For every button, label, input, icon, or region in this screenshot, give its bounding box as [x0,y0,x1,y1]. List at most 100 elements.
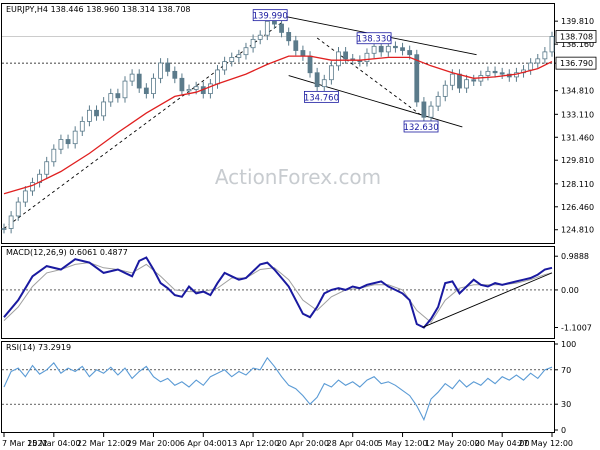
rsi-panel-title: RSI(14) 73.2919 [6,343,71,352]
candle-body [122,80,128,99]
chart-svg: ActionForex.com EURJPY,H4 138.446 138.96… [1,3,597,448]
candle-body [236,54,242,58]
candle-body [101,101,107,117]
candle-body [457,73,462,89]
candle-body [364,52,370,63]
price-y-tick-label: 129.810 [561,156,594,165]
candle-body [44,161,50,175]
candle-body [186,89,192,92]
candle-body [286,32,292,42]
candle-body [151,77,156,95]
candle-body [314,72,320,88]
candle-body [272,20,277,25]
macd-y-tick-label: 0.00 [561,286,579,295]
candle-body [343,51,349,60]
candle-body [300,50,306,57]
price-y-tick-label: 126.460 [561,203,594,212]
candle-body [22,190,28,203]
candle-body [264,20,270,36]
price-y-tick-label: 139.810 [561,17,594,26]
candle-body [136,73,142,89]
candle-body [172,70,178,79]
candle-body [485,70,491,76]
price-y-axis: 139.810138.160136.790134.810133.110131.4… [554,17,597,235]
x-tick-label: 15 Mar 04:00 [27,439,80,448]
symbol-title: EURJPY,H4 [6,5,48,14]
candle-body [15,201,21,217]
x-tick-label: 13 Apr 12:00 [227,439,279,448]
candle-body [449,73,455,86]
candle-body [421,101,427,118]
x-tick-label: 28 Apr 04:00 [327,439,379,448]
price-y-tick-label: 128.110 [561,180,594,189]
candle-body [371,45,377,54]
candle-body [222,61,228,71]
candle-body [464,79,469,89]
x-tick-label: 6 Apr 04:00 [180,439,227,448]
candle-body [293,40,299,51]
candle-body [87,109,92,122]
candle-body [129,73,135,82]
candle-body [499,72,505,75]
candle-body [65,139,71,145]
candle-body [8,215,14,229]
price-axis-box-label: 136.790 [560,59,593,68]
x-tick-label: 22 Mar 12:00 [77,439,130,448]
candle-body [279,23,284,33]
candle-body [94,109,99,117]
candle-body [115,93,121,99]
candle-body [321,79,327,88]
candle-body [72,130,78,145]
candle-body [193,86,199,90]
candle-body [257,34,263,40]
candle-body [328,65,334,81]
rsi-y-tick-label: 70 [561,366,571,375]
candle-body [250,38,256,49]
candle-body [435,95,441,107]
rsi-panel-frame [1,341,555,433]
candle-body [542,51,548,60]
candle-body [414,54,420,103]
price-y-tick-label: 133.110 [561,110,594,119]
price-label-139.990: 139.990 [253,12,288,22]
x-tick-label: 29 Mar 20:00 [127,439,180,448]
x-tick-label: 12 May 20:00 [425,439,480,448]
rsi-y-tick-label: 30 [561,400,571,409]
price-label-132.630: 132.630 [403,123,438,133]
candle-body [229,57,235,63]
macd-panel-frame [1,246,555,339]
price-y-tick-label: 124.810 [561,226,594,235]
watermark-text: ActionForex.com [215,165,381,189]
candle-body [30,182,35,192]
x-tick-label: 27 May 12:00 [518,439,573,448]
candle-body [165,62,171,72]
candle-body [549,36,555,53]
ohlc-values: 138.446 138.960 138.314 138.708 [51,5,191,14]
macd-panel-title: MACD(12,26,9) 0.6061 0.4877 [6,248,128,257]
candle-body [471,79,477,82]
candle-body [79,121,85,132]
candle-body [108,93,114,103]
candle-body [492,70,498,74]
candle-body [528,62,534,71]
candle-body [428,105,434,118]
candle-body [378,45,384,53]
price-axis-box-label: 138.708 [560,32,593,41]
price-label-138.330: 138.330 [356,35,391,45]
candle-body [215,69,220,85]
macd-y-tick-label: 0.9888 [561,252,589,261]
price-y-tick-label: 134.810 [561,87,594,96]
rsi-y-axis: 100 70 30 0 [554,340,576,435]
candle-body [393,45,398,49]
price-panel-title: EURJPY,H4 138.446 138.960 138.314 138.70… [6,5,191,14]
x-axis: 7 Mar 202215 Mar 04:0022 Mar 12:0029 Mar… [2,433,573,448]
candle-body [58,139,64,150]
candle-body [385,45,391,53]
candle-body [143,87,149,95]
macd-y-tick-label: -1.1007 [561,323,592,332]
rsi-y-tick-label: 100 [561,340,576,349]
candle-body [207,83,213,95]
x-tick-label: 20 Apr 20:00 [277,439,329,448]
candle-body [1,228,7,230]
candle-body [243,47,249,56]
